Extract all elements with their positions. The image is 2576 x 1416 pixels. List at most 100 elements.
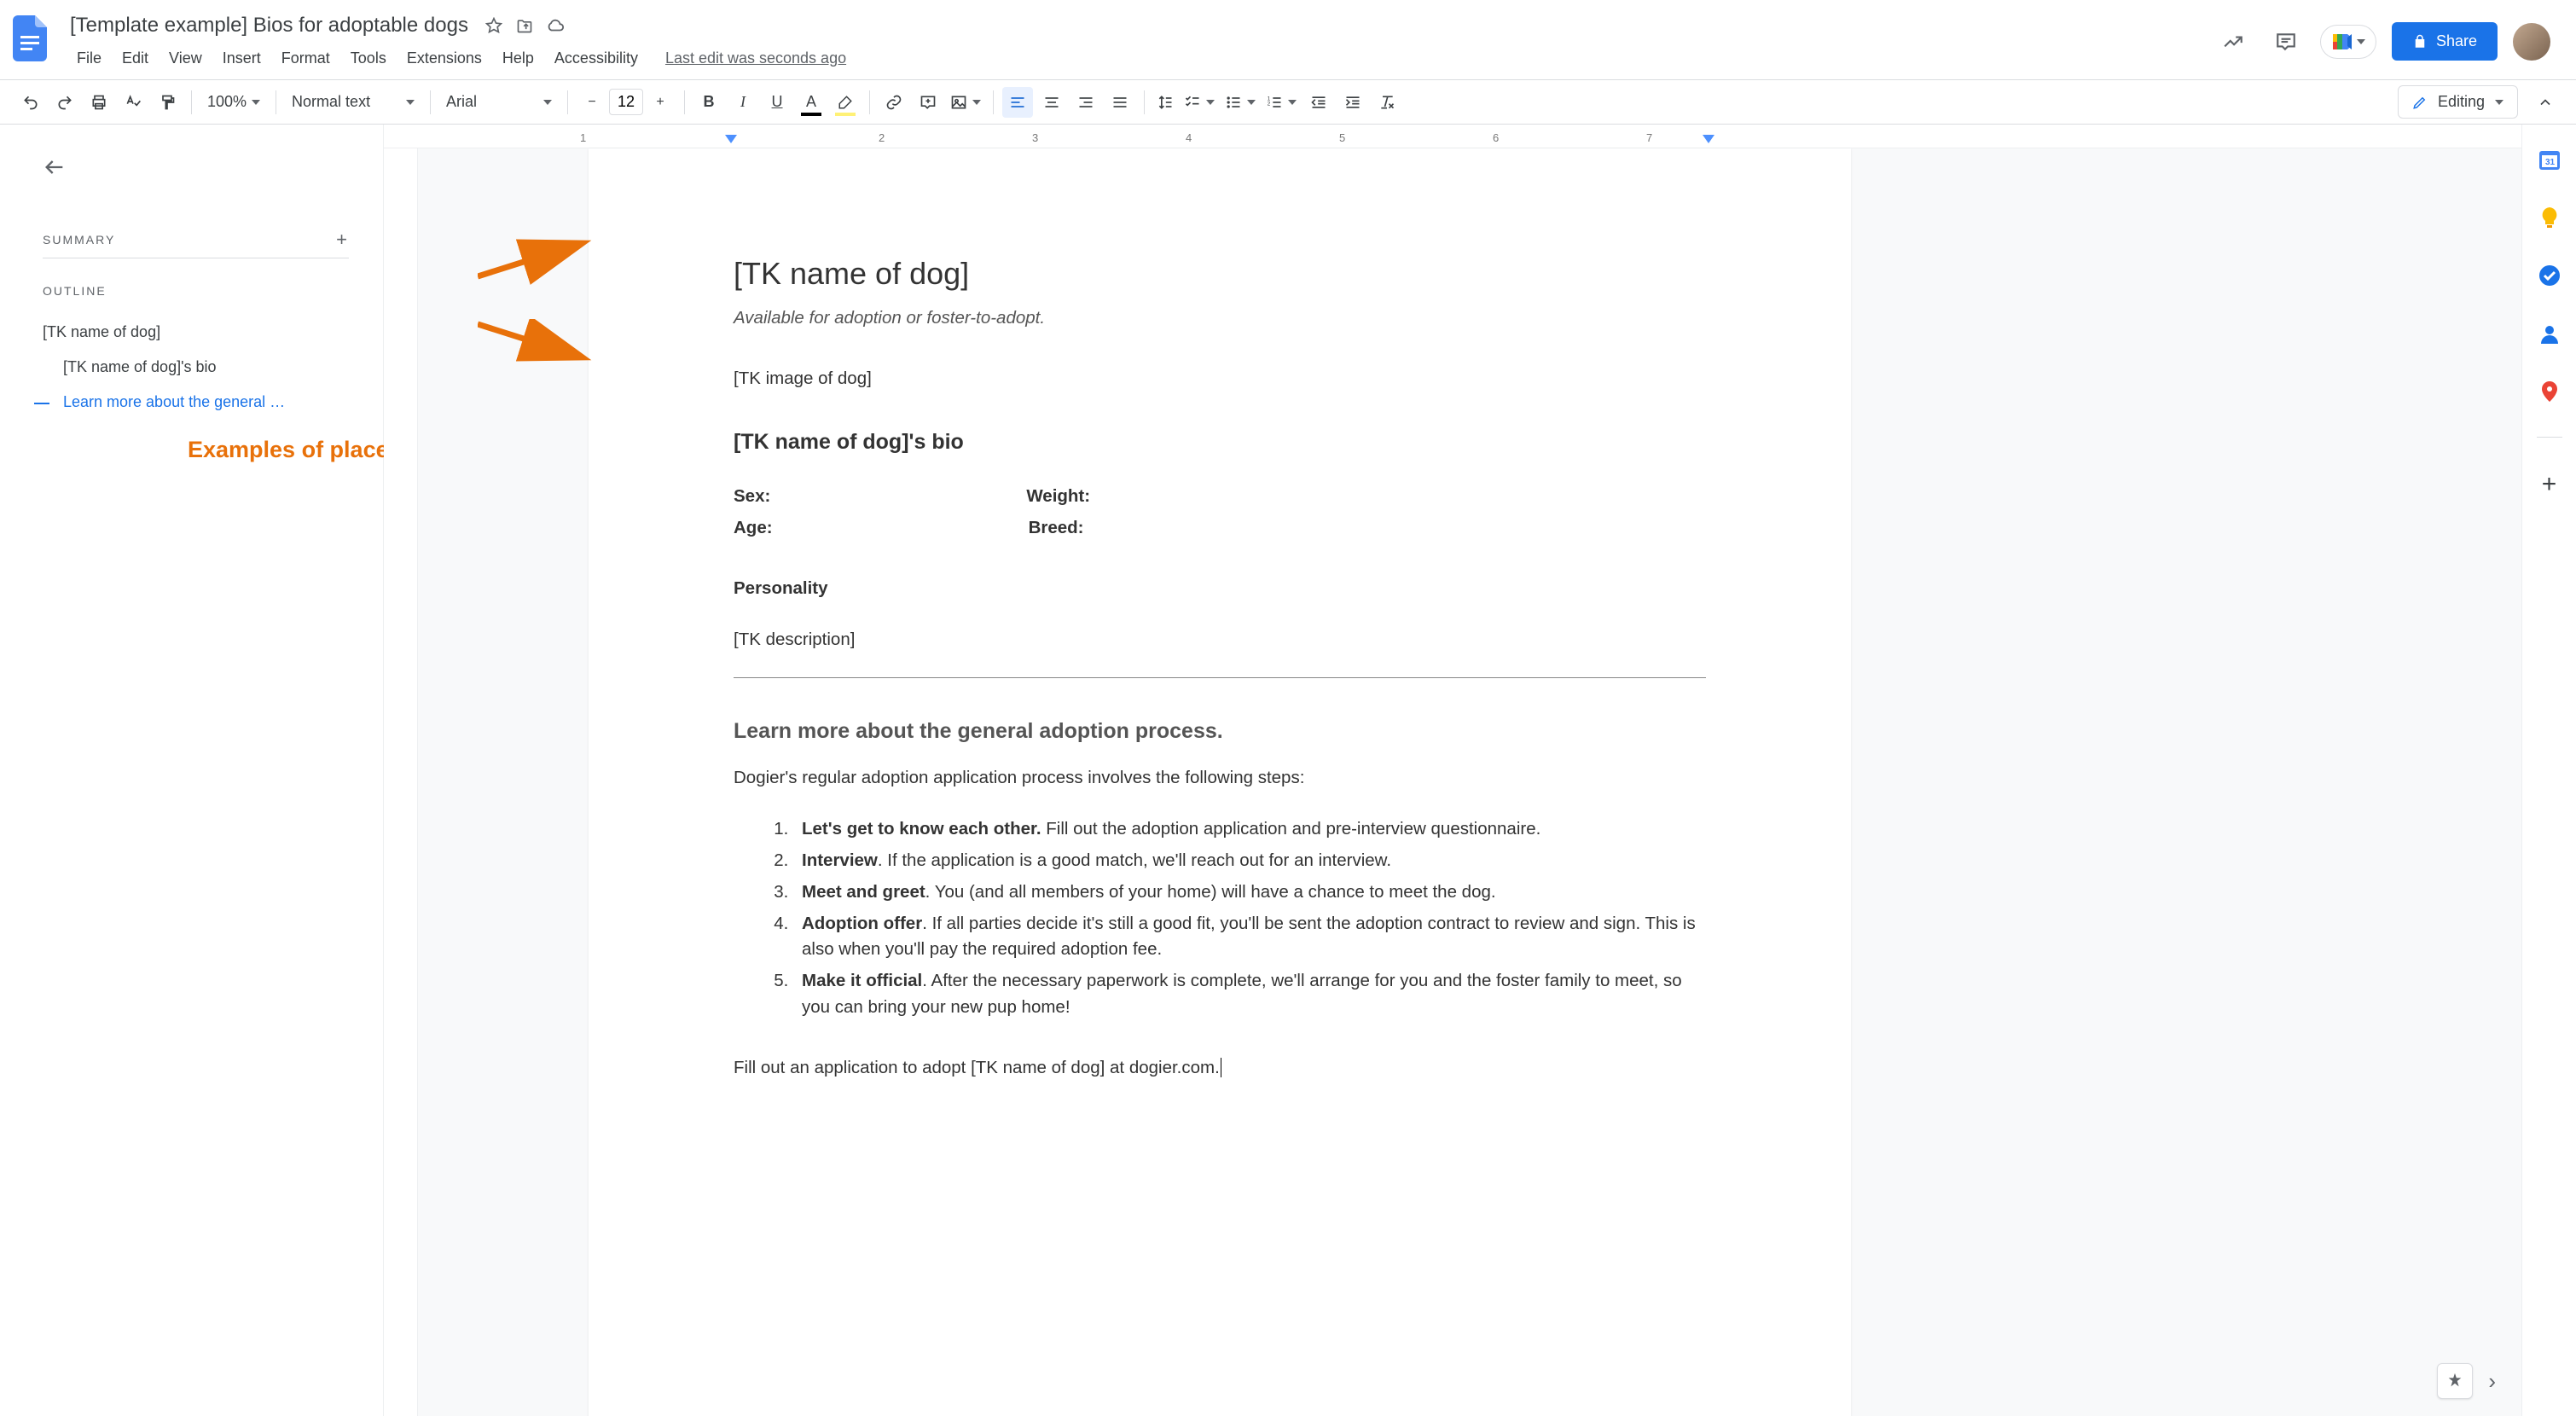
doc-subtitle[interactable]: Available for adoption or foster-to-adop… [734, 305, 1706, 332]
meet-button[interactable] [2320, 25, 2376, 59]
step-2: Interview. If the application is a good … [793, 848, 1706, 874]
keep-icon[interactable] [2537, 205, 2562, 230]
menu-view[interactable]: View [160, 44, 211, 73]
paint-format-button[interactable] [152, 87, 183, 118]
svg-text:31: 31 [2545, 158, 2556, 167]
fontsize-increase[interactable]: + [645, 87, 676, 118]
print-button[interactable] [84, 87, 114, 118]
menu-insert[interactable]: Insert [214, 44, 270, 73]
highlight-button[interactable] [830, 87, 861, 118]
indent-marker-left-icon[interactable] [725, 135, 737, 147]
star-icon[interactable] [484, 15, 504, 36]
menu-bar: File Edit View Insert Format Tools Exten… [65, 43, 2201, 79]
outline-item-1[interactable]: [TK name of dog]'s bio [63, 350, 349, 385]
align-justify-button[interactable] [1105, 87, 1135, 118]
contacts-icon[interactable] [2537, 321, 2562, 346]
zoom-dropdown[interactable]: 100% [200, 87, 267, 118]
menu-format[interactable]: Format [273, 44, 339, 73]
fontsize-decrease[interactable]: − [577, 87, 607, 118]
editor-canvas[interactable]: 1 2 3 4 5 6 7 [TK name of dog] Availabl [384, 125, 2521, 1416]
meta-breed[interactable]: Breed: [1029, 515, 1084, 542]
line-spacing-button[interactable] [1153, 87, 1177, 118]
last-edit-link[interactable]: Last edit was seconds ago [665, 49, 846, 67]
document-title[interactable]: [Template example] Bios for adoptable do… [65, 12, 473, 39]
bold-button[interactable]: B [693, 87, 724, 118]
collapse-toolbar-button[interactable] [2530, 87, 2561, 118]
indent-marker-right-icon[interactable] [1703, 135, 1714, 147]
activity-icon[interactable] [2214, 23, 2252, 61]
step-4: Adoption offer. If all parties decide it… [793, 911, 1706, 964]
indent-decrease-button[interactable] [1303, 87, 1334, 118]
italic-button[interactable]: I [728, 87, 758, 118]
annotation-arrow-2-icon [478, 319, 597, 370]
editing-mode-dropdown[interactable]: Editing [2398, 85, 2518, 119]
clear-format-button[interactable] [1372, 87, 1402, 118]
account-avatar[interactable] [2513, 23, 2550, 61]
outline-item-0[interactable]: [TK name of dog] [43, 315, 349, 350]
menu-edit[interactable]: Edit [113, 44, 157, 73]
image-button[interactable] [947, 87, 984, 118]
divider [734, 677, 1706, 678]
explore-button[interactable] [2437, 1363, 2473, 1399]
doc-image-placeholder[interactable]: [TK image of dog] [734, 366, 1706, 392]
step-3: Meet and greet. You (and all members of … [793, 879, 1706, 906]
indent-increase-button[interactable] [1337, 87, 1368, 118]
share-button[interactable]: Share [2392, 22, 2498, 61]
comments-icon[interactable] [2267, 23, 2305, 61]
process-intro[interactable]: Dogier's regular adoption application pr… [734, 765, 1706, 792]
horizontal-ruler[interactable]: 1 2 3 4 5 6 7 [384, 125, 2521, 148]
doc-h1[interactable]: [TK name of dog] [734, 251, 1706, 297]
menu-file[interactable]: File [68, 44, 110, 73]
menu-tools[interactable]: Tools [342, 44, 395, 73]
text-color-button[interactable]: A [796, 87, 827, 118]
docs-logo[interactable] [9, 9, 51, 68]
document-page[interactable]: [TK name of dog] Available for adoption … [589, 148, 1851, 1416]
annotation-arrow-1-icon [478, 234, 597, 285]
cloud-status-icon[interactable] [545, 15, 566, 36]
maps-icon[interactable] [2537, 379, 2562, 404]
outline-panel: SUMMARY + OUTLINE [TK name of dog] [TK n… [0, 125, 384, 1416]
underline-button[interactable]: U [762, 87, 792, 118]
svg-text:2: 2 [1268, 101, 1271, 107]
meta-age[interactable]: Age: [734, 515, 773, 542]
process-steps[interactable]: Let's get to know each other. Fill out t… [734, 816, 1706, 1020]
redo-button[interactable] [49, 87, 80, 118]
spellcheck-button[interactable] [118, 87, 148, 118]
tasks-icon[interactable] [2537, 263, 2562, 288]
step-1: Let's get to know each other. Fill out t… [793, 816, 1706, 843]
align-center-button[interactable] [1036, 87, 1067, 118]
menu-accessibility[interactable]: Accessibility [546, 44, 647, 73]
share-label: Share [2436, 32, 2477, 50]
align-left-button[interactable] [1002, 87, 1033, 118]
font-dropdown[interactable]: Arial [439, 87, 559, 118]
addons-icon[interactable]: + [2537, 470, 2562, 496]
doc-h3-learn[interactable]: Learn more about the general adoption pr… [734, 716, 1706, 748]
move-icon[interactable] [514, 15, 535, 36]
link-button[interactable] [879, 87, 909, 118]
meta-weight[interactable]: Weight: [1026, 484, 1090, 510]
menu-extensions[interactable]: Extensions [398, 44, 490, 73]
personality-label[interactable]: Personality [734, 576, 1706, 602]
outline-item-2[interactable]: Learn more about the general … [63, 385, 349, 420]
checklist-button[interactable] [1181, 87, 1218, 118]
style-dropdown[interactable]: Normal text [285, 87, 421, 118]
fontsize-input[interactable] [609, 89, 643, 115]
undo-button[interactable] [15, 87, 46, 118]
outline-label: OUTLINE [43, 284, 107, 298]
description-placeholder[interactable]: [TK description] [734, 627, 1706, 653]
bullet-list-button[interactable] [1221, 87, 1259, 118]
menu-help[interactable]: Help [494, 44, 542, 73]
step-5: Make it official. After the necessary pa… [793, 968, 1706, 1021]
side-panel: 31 + [2521, 125, 2576, 1416]
doc-h2-bio[interactable]: [TK name of dog]'s bio [734, 427, 1706, 459]
add-summary-button[interactable]: + [336, 229, 349, 251]
calendar-icon[interactable]: 31 [2537, 147, 2562, 172]
numbered-list-button[interactable]: 12 [1262, 87, 1300, 118]
side-next-icon[interactable]: › [2488, 1368, 2496, 1395]
fillout-text[interactable]: Fill out an application to adopt [TK nam… [734, 1055, 1706, 1082]
meta-sex[interactable]: Sex: [734, 484, 770, 510]
comment-button[interactable] [913, 87, 943, 118]
align-right-button[interactable] [1070, 87, 1101, 118]
vertical-ruler[interactable] [384, 148, 418, 1416]
outline-close-button[interactable] [43, 155, 73, 186]
